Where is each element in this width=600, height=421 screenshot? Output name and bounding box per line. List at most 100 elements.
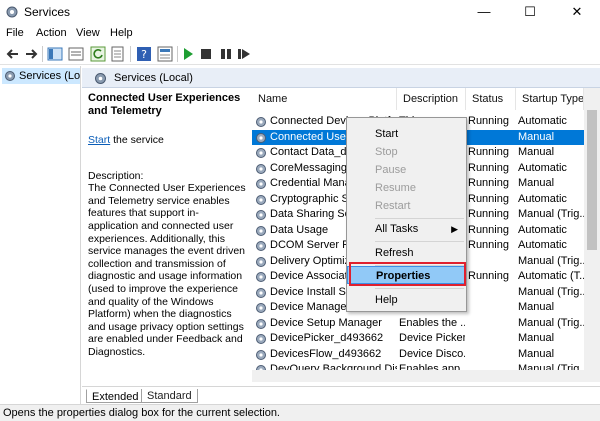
row-status: Running <box>468 115 509 127</box>
table-row[interactable]: Device Setup Manager Enables the ... Manua… <box>252 316 584 332</box>
row-startup-type: Manual (Trig... <box>518 285 584 298</box>
export-list-icon[interactable] <box>110 46 126 62</box>
console-tree-icon[interactable] <box>68 46 84 62</box>
service-gear-icon <box>256 256 266 267</box>
menu-separator <box>375 288 464 289</box>
menu-item-start[interactable]: Start <box>347 125 466 143</box>
selected-service-name: Connected User Experiences and Telemetry <box>88 92 241 117</box>
pane-header-title: Services (Local) <box>114 72 193 84</box>
row-status: Running <box>468 239 509 251</box>
row-status: Running <box>468 192 509 205</box>
service-gear-icon <box>256 287 266 298</box>
column-header-description[interactable]: Description <box>397 88 466 110</box>
row-status: Running <box>468 177 509 189</box>
row-startup-type: Automatic <box>518 115 567 127</box>
service-gear-icon <box>256 225 266 236</box>
row-name: DevicePicker_d493662 <box>270 332 384 344</box>
service-gear-icon <box>256 303 266 313</box>
tab-standard[interactable]: Standard <box>141 389 198 403</box>
row-status: Running <box>468 270 509 282</box>
menu-item-refresh[interactable]: Refresh <box>347 244 466 262</box>
back-arrow-icon[interactable] <box>5 46 21 62</box>
service-gear-icon <box>256 272 266 282</box>
restart-icon[interactable] <box>236 46 252 62</box>
menu-view[interactable]: View <box>76 27 100 39</box>
service-gear-icon <box>256 163 266 174</box>
console-tree: Services (Local) <box>0 66 81 404</box>
horizontal-scrollbar[interactable] <box>252 370 584 382</box>
row-startup-type: Manual (Trig... <box>518 316 584 329</box>
row-startup-type: Automatic <box>518 239 567 251</box>
row-startup-type: Manual <box>518 146 555 158</box>
service-gear-icon <box>256 179 266 189</box>
toolbar-separator <box>42 46 43 62</box>
description-panel: Connected User Experiences and Telemetry… <box>88 92 248 359</box>
menu-separator <box>375 218 464 219</box>
row-startup-type: Manual (Trig... <box>518 208 584 220</box>
toolbar-separator <box>130 46 131 62</box>
row-status: Running <box>468 208 509 220</box>
row-startup-type: Manual <box>518 177 555 189</box>
menu-item-restart[interactable]: Restart <box>347 197 466 215</box>
menu-item-stop[interactable]: Stop <box>347 143 466 161</box>
menu-item-help[interactable]: Help <box>347 291 466 309</box>
row-startup-type: Manual <box>518 130 555 143</box>
vertical-scrollbar[interactable] <box>584 88 600 382</box>
row-startup-type: Manual (Trig... <box>518 254 584 267</box>
table-row[interactable]: DevicesFlow_d493662 Device Disco... Manual <box>252 347 584 363</box>
service-gear-icon <box>256 117 266 127</box>
service-gear-icon <box>256 334 266 344</box>
title-bar: Services — ☐ ✕ <box>0 0 600 24</box>
table-row[interactable]: DevicePicker_d493662 Device Picker Manual <box>252 331 584 347</box>
help-icon[interactable]: ? <box>136 46 152 62</box>
services-gear-icon <box>5 71 15 81</box>
column-header-name[interactable]: Name <box>252 88 397 110</box>
view-tabs: Extended Standard <box>82 386 600 404</box>
row-startup-type: Manual <box>518 332 555 344</box>
service-gear-icon <box>256 194 266 205</box>
tree-item-label: Services (Local) <box>19 70 80 82</box>
menu-item-pause[interactable]: Pause <box>347 161 466 179</box>
start-service-link[interactable]: Start <box>88 134 110 146</box>
status-bar: Opens the properties dialog box for the … <box>0 404 600 421</box>
menu-item-resume[interactable]: Resume <box>347 179 466 197</box>
tab-extended[interactable]: Extended <box>86 389 145 403</box>
menu-help[interactable]: Help <box>110 27 133 39</box>
service-gear-icon <box>256 210 266 220</box>
row-name: DevicesFlow_d493662 <box>270 347 382 360</box>
scrollbar-thumb[interactable] <box>587 110 597 250</box>
services-pane: Services (Local) Connected User Experien… <box>82 66 600 404</box>
show-hide-tree-icon[interactable] <box>47 46 63 62</box>
svg-text:?: ? <box>141 48 147 61</box>
row-status: Running <box>468 161 509 174</box>
menu-item-all-tasks[interactable]: All Tasks ▶ <box>347 220 466 238</box>
row-name: Device Setup Manager <box>270 316 382 329</box>
column-header-status[interactable]: Status <box>466 88 516 110</box>
pause-icon[interactable] <box>218 46 234 62</box>
column-header-startup-type[interactable]: Startup Type <box>516 88 584 110</box>
service-gear-icon <box>256 349 266 360</box>
row-startup-type: Automatic <box>518 161 567 174</box>
maximize-button[interactable]: ☐ <box>507 0 553 24</box>
stop-icon[interactable] <box>198 46 214 62</box>
properties-icon[interactable] <box>157 46 173 62</box>
refresh-icon[interactable] <box>90 46 106 62</box>
service-gear-icon <box>256 318 266 329</box>
row-description: Device Disco... <box>399 347 465 360</box>
menu-file[interactable]: File <box>6 27 24 39</box>
menu-separator <box>375 241 464 242</box>
search-services-icon <box>95 73 106 84</box>
start-service-suffix: the service <box>110 134 164 146</box>
row-description: Device Picker <box>399 332 465 344</box>
forward-arrow-icon[interactable] <box>23 46 39 62</box>
row-startup-type: Manual <box>518 301 555 313</box>
minimize-button[interactable]: — <box>461 0 507 24</box>
close-button[interactable]: ✕ <box>554 0 600 24</box>
row-startup-type: Automatic <box>518 223 567 236</box>
tree-item-services-local[interactable]: Services (Local) <box>2 68 80 84</box>
service-gear-icon <box>256 148 266 158</box>
menu-item-all-tasks-label: All Tasks <box>375 223 419 235</box>
description-label: Description: <box>88 169 144 182</box>
menu-action[interactable]: Action <box>36 27 67 39</box>
play-icon[interactable] <box>180 46 196 62</box>
